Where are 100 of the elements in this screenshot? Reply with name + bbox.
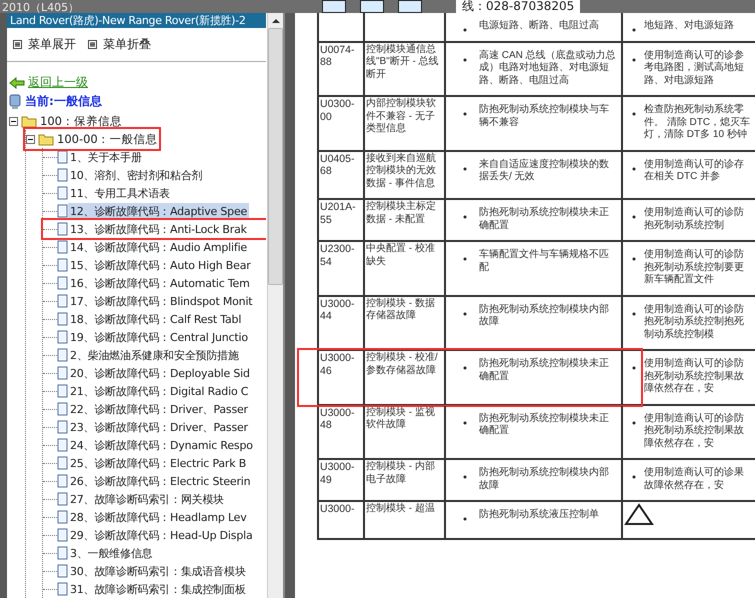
document-icon — [57, 582, 68, 596]
back-link[interactable]: 返回上一级 — [9, 74, 266, 91]
table-cell: U201A-55 — [319, 200, 365, 240]
tree-item[interactable]: 31、故障诊断码索引：集成控制面板 — [68, 580, 248, 598]
document-icon — [57, 402, 68, 416]
tree-item[interactable]: 17、诊断故障代码：Blindspot Monit — [68, 292, 254, 310]
bullet-icon — [463, 420, 467, 424]
table-cell: U3000-49 — [319, 460, 365, 500]
tree-item[interactable]: 29、诊断故障代码：Head-Up Displa — [68, 526, 254, 544]
highlighted-tree-item[interactable]: 13、诊断故障代码：Anti-Lock Brak — [43, 220, 266, 238]
cell-text: 防抱死制动系统控制模块与车辆不兼容 — [479, 104, 610, 129]
cell-text: 使用制造商认可的诊防抱死制动系统控制果故障依然存在，安 — [644, 358, 745, 396]
table-cell: 接收到来自巡航控制模块的无效数据 - 事件信息 — [365, 152, 446, 198]
table-cell: U0074-88 — [319, 42, 365, 95]
tree-item[interactable]: 10、溶剂、密封剂和粘合剂 — [68, 166, 204, 184]
scrollbar-thumb[interactable] — [268, 28, 283, 285]
tree-label: 100-00：一般信息 — [57, 132, 158, 146]
bullet-icon — [463, 112, 467, 116]
tree-node[interactable]: 100：保养信息 — [9, 112, 122, 130]
tree-item[interactable]: 12、诊断故障代码：Adaptive Spee — [68, 202, 250, 220]
tree-item[interactable]: 15、诊断故障代码：Auto High Bear — [68, 256, 253, 274]
list-icon — [88, 40, 97, 49]
document-icon — [57, 204, 68, 218]
cell-text: 防抱死制动系统液压控制单 — [479, 509, 599, 522]
tree-node[interactable]: 100-00：一般信息 — [26, 130, 158, 148]
tree-item[interactable]: 19、诊断故障代码：Central Junctio — [68, 328, 250, 346]
bullet-icon — [463, 366, 467, 370]
table-cell: U0300-00 — [319, 97, 365, 150]
table-cell: 控制模块主标定数据 - 未配置 — [365, 200, 446, 240]
tree-item[interactable]: 3、一般维修信息 — [68, 544, 154, 562]
toolbar-button[interactable] — [398, 0, 422, 13]
folder-icon — [21, 114, 37, 128]
table-cell: 控制模块通信总线"B"断开 - 总线断开 — [365, 42, 446, 95]
toolbar-button[interactable] — [322, 0, 346, 13]
table-cell: U2300-54 — [319, 242, 365, 294]
bullet-icon — [463, 517, 467, 521]
cell-text: 检查防抱死制动系统零件。 清除 DTC，熄灭车灯，清除 DT多 10 秒钟 — [644, 104, 752, 142]
tree-item[interactable]: 22、诊断故障代码：Driver、Passer — [68, 400, 250, 418]
bullet-icon — [632, 257, 636, 261]
document-icon — [57, 528, 68, 542]
tree-item[interactable]: 14、诊断故障代码：Audio Amplifie — [68, 238, 249, 256]
cell-text: 使用制造商认可的诊防抱死制动系统控制抱死制动系统控制模 — [644, 304, 745, 341]
table-cell: U3000-44 — [319, 296, 365, 349]
bullet-icon — [632, 58, 636, 62]
cell-text: 来自自适应速度控制模块的数据丢失/ 无效 — [479, 158, 610, 184]
cell-text: 防抱死制动系统控制模块未正确配置 — [479, 358, 610, 383]
tree-item[interactable]: 13、诊断故障代码：Anti-Lock Brak — [68, 220, 249, 238]
bullet-icon — [463, 28, 467, 32]
tree-item[interactable]: 27、故障诊断码索引：网关模块 — [68, 490, 226, 508]
cell-text: 防抱死制动系统控制模块未正确配置 — [479, 207, 610, 232]
phone-number: 线：028-87038205 — [456, 0, 580, 13]
tree-item[interactable]: 24、诊断故障代码：Dynamic Respo — [68, 436, 255, 454]
tree-item[interactable]: 23、诊断故障代码：Driver、Passer — [68, 418, 250, 436]
tree-item[interactable]: 26、诊断故障代码：Electric Steerin — [68, 472, 252, 490]
cell-text: 电源短路、断路、电阻过高 — [479, 20, 599, 32]
document-icon — [57, 150, 68, 164]
menu-button[interactable]: 菜单展开 — [13, 36, 76, 53]
bullet-icon — [463, 312, 467, 316]
tree-item[interactable]: 30、故障诊断码索引：集成语音模块 — [68, 562, 248, 580]
table-cell: U3000- — [319, 502, 365, 538]
tree-item[interactable]: 11、专用工具术语表 — [68, 184, 172, 202]
document-icon — [57, 456, 68, 470]
collapse-icon[interactable] — [26, 134, 35, 144]
sidebar-header: Land Rover(路虎)-New Range Rover(新揽胜)-2 — [7, 13, 266, 28]
document-icon — [57, 240, 68, 254]
tree-item[interactable]: 1、关于本手册 — [68, 148, 144, 166]
document-icon — [57, 330, 68, 344]
tree-item[interactable]: 16、诊断故障代码：Automatic Tem — [68, 274, 252, 292]
table-cell: U0405-68 — [319, 152, 365, 198]
cell-text: 高速 CAN 总线（底盘或动力总成）电路对地短路、对电源短路、断路、电阻过高 — [479, 50, 617, 87]
table-cell: 控制模块 - 数据存储器故障 — [365, 296, 446, 349]
tree-item[interactable]: 2、柴油燃油系健康和安全预防措施 — [68, 346, 241, 364]
bullet-icon — [463, 257, 467, 261]
document-icon — [57, 186, 68, 200]
current-location: 当前:一般信息 — [25, 93, 102, 110]
tree-item[interactable]: 21、诊断故障代码：Digital Radio C — [68, 382, 250, 400]
menu-button[interactable]: 菜单折叠 — [88, 36, 151, 53]
bullet-icon — [632, 215, 636, 219]
bullet-icon — [632, 366, 636, 370]
cell-text: 地短路、对电源短路 — [644, 20, 734, 32]
bullet-icon — [632, 475, 636, 479]
document-icon — [57, 546, 68, 560]
tree-item[interactable]: 28、诊断故障代码：Headlamp Lev — [68, 508, 249, 526]
document-icon — [57, 564, 68, 578]
bullet-icon — [463, 215, 467, 219]
window-title: 2010（L405） — [1, 2, 80, 13]
collapse-icon[interactable] — [9, 116, 18, 126]
bullet-icon — [632, 312, 636, 316]
toolbar-button[interactable] — [360, 0, 384, 13]
tree-item[interactable]: 18、诊断故障代码：Calf Rest Tabl — [68, 310, 244, 328]
table-cell: 控制模块 - 监视软件故障 — [365, 406, 446, 458]
cell-text: 防抱死制动系统控制模块内部故障 — [479, 467, 610, 492]
document-icon — [57, 348, 68, 362]
table-cell: U3000-48 — [319, 406, 365, 458]
tree-item[interactable]: 20、诊断故障代码：Deployable Sid — [68, 364, 252, 382]
cell-text: 使用制造商认可的诊存在相关 DTC 并参 — [644, 158, 745, 184]
up-arrow-icon[interactable] — [272, 18, 280, 24]
tree-item[interactable]: 25、诊断故障代码：Electric Park B — [68, 454, 248, 472]
scrollbar[interactable] — [267, 13, 283, 598]
bullet-icon — [463, 475, 467, 479]
